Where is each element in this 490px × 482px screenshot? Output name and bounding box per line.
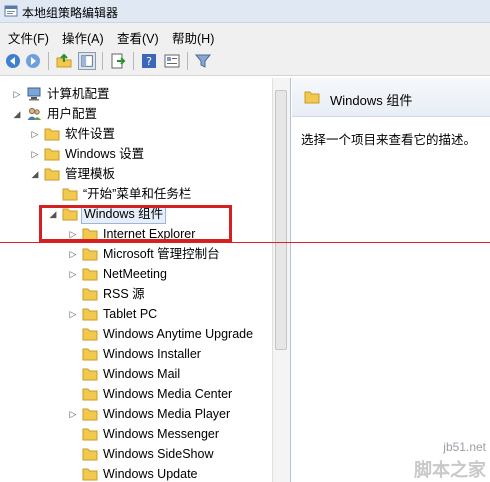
folder-icon <box>82 307 98 321</box>
toolbar-separator <box>102 52 103 70</box>
filter-icon[interactable] <box>194 52 212 70</box>
folder-icon <box>82 347 98 361</box>
tree-item-label: “开始”菜单和任务栏 <box>83 187 192 201</box>
details-pane: Windows 组件 选择一个项目来查看它的描述。 <box>292 78 490 482</box>
tree-item-label: Windows Installer <box>103 347 201 361</box>
tree-item-label: 管理模板 <box>65 167 116 181</box>
tree-item-label: 用户配置 <box>47 107 98 121</box>
menu-view[interactable]: 查看(V) <box>117 28 159 47</box>
folder-icon <box>82 327 98 341</box>
menu-action[interactable]: 操作(A) <box>62 28 104 47</box>
menu-help[interactable]: 帮助(H) <box>172 28 214 47</box>
toolbar-separator <box>187 52 188 70</box>
folder-icon <box>82 467 98 481</box>
tree-item-label: Windows SideShow <box>103 447 214 461</box>
menu-file[interactable]: 文件(F) <box>8 28 49 47</box>
highlight-box <box>39 205 232 242</box>
folder-icon <box>44 147 60 161</box>
tree-item-label: 软件设置 <box>65 127 116 141</box>
expand-arrow-icon[interactable]: ▷ <box>68 304 78 324</box>
watermark-name: 脚本之家 <box>414 460 486 480</box>
folder-icon <box>82 427 98 441</box>
tree-item-label: 计算机配置 <box>47 87 110 101</box>
collapse-arrow-icon[interactable]: ◢ <box>12 104 22 124</box>
computer-icon <box>26 87 42 101</box>
tree-item-label: Tablet PC <box>103 307 158 321</box>
expand-arrow-icon[interactable]: ▷ <box>30 144 40 164</box>
folder-icon <box>44 127 60 141</box>
users-icon <box>26 107 42 121</box>
details-header: Windows 组件 <box>292 78 490 117</box>
show-hide-tree-icon[interactable] <box>78 52 96 70</box>
collapse-arrow-icon[interactable]: ◢ <box>30 164 40 184</box>
forward-arrow-icon[interactable] <box>24 52 42 70</box>
toolbar-separator <box>133 52 134 70</box>
folder-icon <box>82 247 98 261</box>
details-title: Windows 组件 <box>330 93 413 108</box>
up-folder-icon[interactable] <box>55 52 73 70</box>
toolbar-separator <box>48 52 49 70</box>
folder-icon <box>82 267 98 281</box>
tree-scrollbar[interactable] <box>272 78 290 482</box>
details-description: 选择一个项目来查看它的描述。 <box>301 133 477 147</box>
back-arrow-icon[interactable] <box>4 52 22 70</box>
folder-icon <box>62 187 78 201</box>
folder-icon <box>82 387 98 401</box>
watermark: jb51.net 脚本之家 <box>402 438 490 482</box>
tree-item-label: Windows 设置 <box>65 147 145 161</box>
group-policy-app-icon <box>4 5 18 17</box>
tree-item-label: Windows Anytime Upgrade <box>103 327 254 341</box>
tree-item-label: NetMeeting <box>103 267 167 281</box>
window-title: 本地组策略编辑器 <box>22 6 119 20</box>
properties-view-icon[interactable] <box>163 52 181 70</box>
toolbar: ? <box>0 47 490 76</box>
tree-pane[interactable]: ▷ 计算机配置 ◢ 用户配置 ▷ 软件设置 ▷ Windows 设置 ◢ 管理模板 “开始”菜单和任… <box>0 78 291 482</box>
help-icon[interactable]: ? <box>140 52 158 70</box>
tree-item-label: Windows Mail <box>103 367 181 381</box>
expand-arrow-icon[interactable]: ▷ <box>68 404 78 424</box>
menu-bar: 文件(F) 操作(A) 查看(V) 帮助(H) <box>0 23 490 47</box>
tree-item-label: Windows Media Center <box>103 387 233 401</box>
expand-arrow-icon[interactable]: ▷ <box>68 264 78 284</box>
scrollbar-thumb[interactable] <box>275 90 287 350</box>
export-list-icon[interactable] <box>109 52 127 70</box>
folder-icon <box>304 91 320 104</box>
tree-item-label: RSS 源 <box>103 287 145 301</box>
title-bar: 本地组策略编辑器 <box>0 0 490 23</box>
tree-item-label: Windows Media Player <box>103 407 231 421</box>
tree-item-label: Windows Update <box>103 467 198 481</box>
watermark-site: jb51.net <box>443 440 486 454</box>
expand-arrow-icon[interactable]: ▷ <box>30 124 40 144</box>
folder-icon <box>82 287 98 301</box>
folder-icon <box>82 407 98 421</box>
folder-icon <box>82 367 98 381</box>
folder-icon <box>44 167 60 181</box>
expand-arrow-icon[interactable]: ▷ <box>12 84 22 104</box>
annotation-line <box>0 242 490 243</box>
folder-icon <box>82 447 98 461</box>
tree-item-label: Microsoft 管理控制台 <box>103 247 220 261</box>
svg-text:?: ? <box>146 55 152 68</box>
expand-arrow-icon[interactable]: ▷ <box>68 244 78 264</box>
tree-item-label: Windows Messenger <box>103 427 220 441</box>
